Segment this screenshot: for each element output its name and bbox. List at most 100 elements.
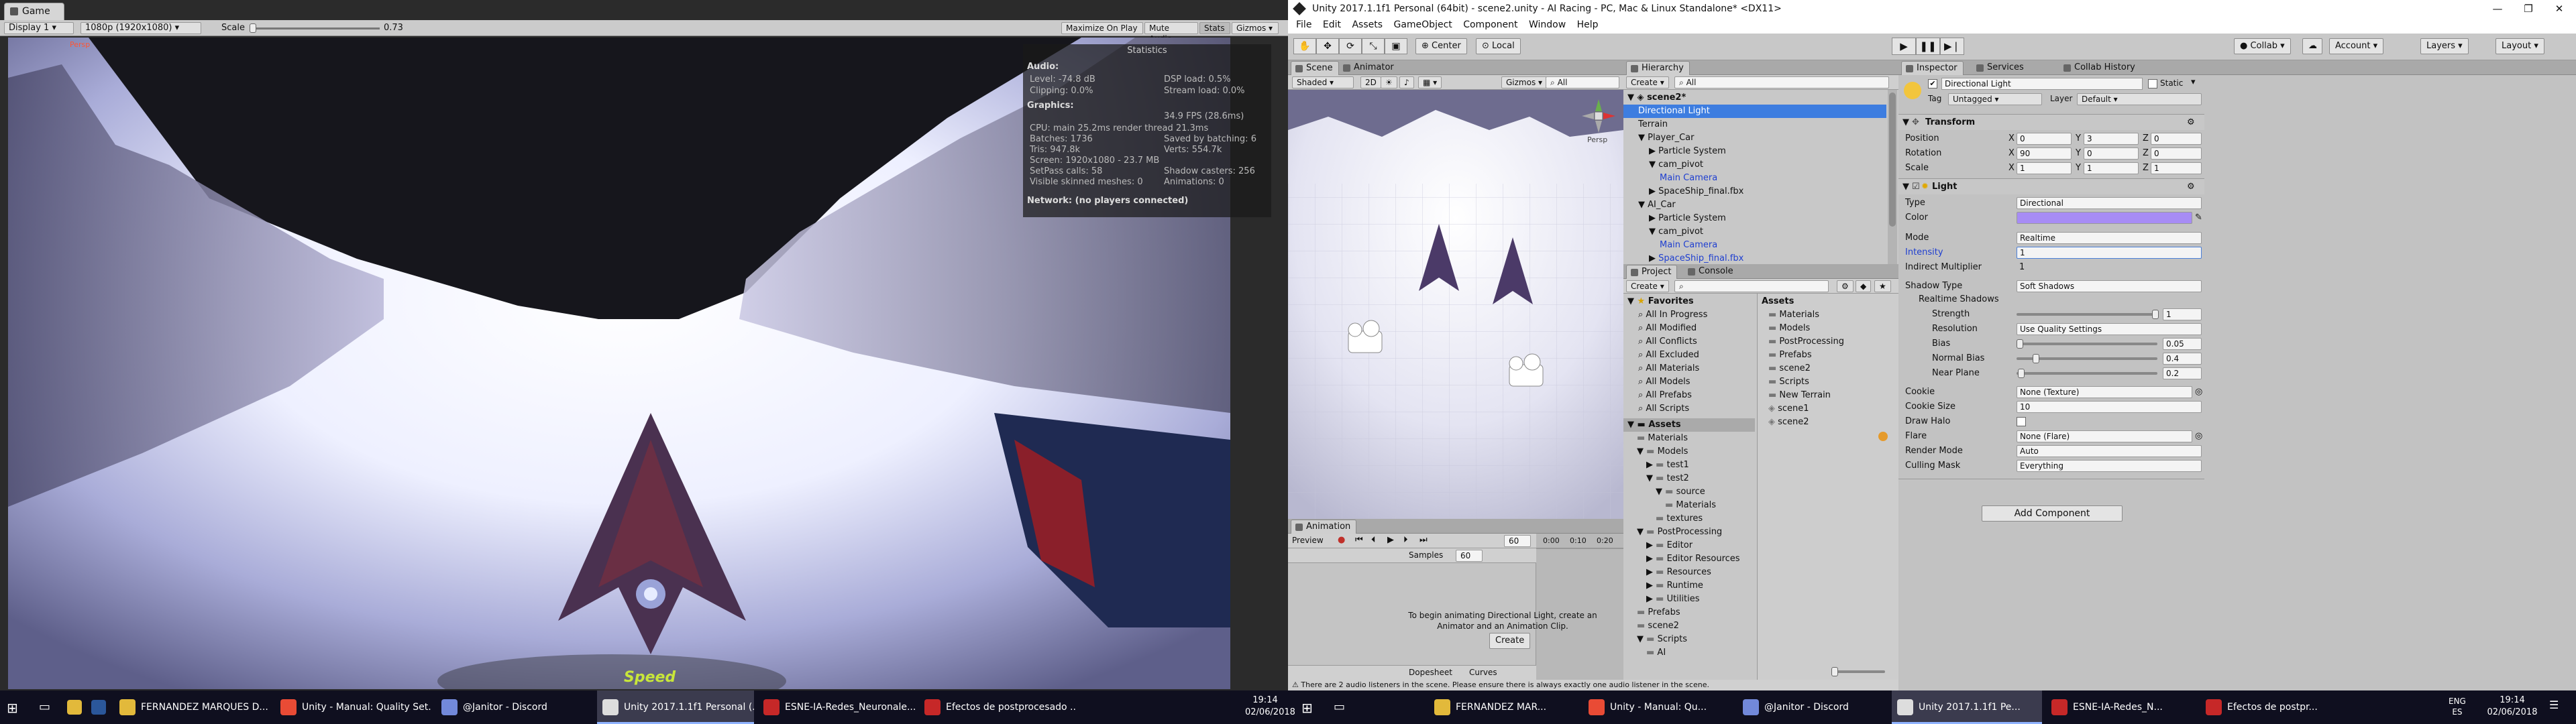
folder-item[interactable]: ▼ ▬ Models <box>1623 445 1755 459</box>
first-key-icon[interactable]: ⏮ <box>1355 535 1363 545</box>
stats-button[interactable]: Stats <box>1199 22 1230 34</box>
draw-halo-checkbox[interactable] <box>2017 417 2026 426</box>
play-button[interactable]: ▶ <box>1892 38 1916 55</box>
hierarchy-item[interactable]: ▼ AI_Car <box>1623 198 1886 212</box>
hand-tool-icon[interactable]: ✋ <box>1293 38 1316 54</box>
menu-file[interactable]: File <box>1296 19 1311 30</box>
culling-dropdown[interactable]: Everything <box>2017 460 2202 472</box>
scale-slider-track[interactable] <box>252 27 380 29</box>
taskbar-app[interactable]: @Janitor - Discord <box>1737 690 1888 724</box>
scale-z-field[interactable]: 1 <box>2151 162 2202 174</box>
bias-slider[interactable] <box>2017 343 2157 345</box>
transform-header[interactable]: ▼ ✥ Transform ⚙ <box>1898 114 2204 130</box>
hierarchy-item[interactable]: ▶ Particle System <box>1623 145 1886 158</box>
mute-audio-button[interactable]: Mute Audio <box>1144 22 1198 44</box>
folder-item[interactable]: ▬ Prefabs <box>1623 606 1755 619</box>
hierarchy-scroll-thumb[interactable] <box>1889 93 1896 227</box>
favorite-item[interactable]: ⌕ All Models <box>1623 375 1755 389</box>
effects-toggle-icon[interactable]: ▦ ▾ <box>1418 76 1442 88</box>
icon-size-slider[interactable] <box>1831 670 1885 673</box>
type-dropdown[interactable]: Directional <box>2017 197 2202 209</box>
asset-item[interactable]: ◈ scene1 <box>1762 402 1893 416</box>
asset-item[interactable]: ▬ Models <box>1762 322 1893 335</box>
filter-label-icon[interactable]: ◆ <box>1856 280 1872 292</box>
cookie-size-field[interactable]: 10 <box>2017 401 2202 413</box>
menu-edit[interactable]: Edit <box>1323 19 1341 30</box>
folder-item[interactable]: ▶ ▬ Editor Resources <box>1623 552 1755 566</box>
hierarchy-scrollbar[interactable] <box>1888 90 1897 264</box>
rotation-z-field[interactable]: 0 <box>2151 147 2202 160</box>
favorite-item[interactable]: ⌕ All Excluded <box>1623 349 1755 362</box>
component-settings-icon[interactable]: ⚙ <box>2187 115 2195 131</box>
maximize-on-play-button[interactable]: Maximize On Play <box>1061 22 1143 34</box>
asset-item[interactable]: ▬ Prefabs <box>1762 349 1893 362</box>
hierarchy-item[interactable]: Main Camera <box>1623 239 1886 252</box>
hierarchy-item[interactable]: ▶ SpaceShip_final.fbx <box>1623 252 1886 264</box>
timeline-area[interactable] <box>1536 534 1623 680</box>
assets-breadcrumb[interactable]: Assets <box>1762 295 1893 308</box>
folder-item[interactable]: ▶ ▬ Editor <box>1623 539 1755 552</box>
tab-animator[interactable]: Animator <box>1339 61 1399 75</box>
flare-field[interactable]: None (Flare) <box>2017 430 2192 442</box>
menu-help[interactable]: Help <box>1577 19 1599 30</box>
indirect-value[interactable]: 1 <box>2019 260 2025 275</box>
folder-item[interactable]: ▼ ▬ Scripts <box>1623 633 1755 646</box>
object-picker-icon[interactable]: ◎ <box>2195 385 2202 400</box>
asset-item[interactable]: ◈ scene2 <box>1762 416 1893 429</box>
add-component-button[interactable]: Add Component <box>1982 505 2123 522</box>
menu-assets[interactable]: Assets <box>1352 19 1383 30</box>
folder-item[interactable]: ▬ scene2 <box>1623 619 1755 633</box>
layers-dropdown[interactable]: Layers ▾ <box>2420 38 2469 54</box>
assets-heading[interactable]: ▼ ▬ Assets <box>1623 418 1755 432</box>
filter-type-icon[interactable]: ⚙ <box>1837 280 1854 292</box>
light-header[interactable]: ▼ ☑ ✹ Light ⚙ <box>1898 178 2204 194</box>
active-checkbox[interactable]: ✔ <box>1928 79 1937 88</box>
tab-collab-history[interactable]: Collab History <box>2059 61 2141 75</box>
menu-gameobject[interactable]: GameObject <box>1393 19 1452 30</box>
position-y-field[interactable]: 3 <box>2084 133 2139 145</box>
asset-item[interactable]: ▬ Scripts <box>1762 375 1893 389</box>
eyedropper-icon[interactable]: ✎ <box>2195 210 2202 225</box>
scale-tool-icon[interactable]: ⤡ <box>1362 38 1385 54</box>
move-tool-icon[interactable]: ✥ <box>1316 38 1339 54</box>
object-name-field[interactable]: Directional Light <box>1941 78 2143 90</box>
curves-tab[interactable]: Curves <box>1469 668 1497 677</box>
display-dropdown[interactable]: Display 1 ▾ <box>4 22 74 34</box>
folder-item[interactable]: ▶ ▬ Utilities <box>1623 593 1755 606</box>
folder-item[interactable]: ▼ ▬ PostProcessing <box>1623 526 1755 539</box>
shadow-type-dropdown[interactable]: Soft Shadows <box>2017 280 2202 292</box>
last-key-icon[interactable]: ⏭ <box>1419 535 1428 545</box>
folder-item[interactable]: ▬ AI <box>1623 646 1755 660</box>
favorite-icon[interactable]: ★ <box>1874 280 1891 292</box>
rect-tool-icon[interactable]: ▣ <box>1385 38 1407 54</box>
object-picker-icon[interactable]: ◎ <box>2195 429 2202 444</box>
scale-slider-knob[interactable] <box>250 23 256 33</box>
play-anim-icon[interactable]: ▶ <box>1387 535 1394 545</box>
favorite-item[interactable]: ⌕ All In Progress <box>1623 308 1755 322</box>
folder-item[interactable]: ▼ ▬ test2 <box>1623 472 1755 485</box>
folder-item[interactable]: ▶ ▬ Runtime <box>1623 579 1755 593</box>
scale-x-field[interactable]: 1 <box>2017 162 2072 174</box>
shading-dropdown[interactable]: Shaded ▾ <box>1292 76 1354 88</box>
gizmos-button[interactable]: Gizmos ▾ <box>1232 22 1279 34</box>
position-x-field[interactable]: 0 <box>2017 133 2072 145</box>
near-plane-slider[interactable] <box>2017 372 2157 375</box>
position-z-field[interactable]: 0 <box>2151 133 2202 145</box>
light-enabled-checkbox-icon[interactable]: ☑ <box>1912 179 1920 195</box>
folder-item[interactable]: ▶ ▬ test1 <box>1623 459 1755 472</box>
normal-bias-knob[interactable] <box>2033 354 2039 363</box>
favorites-heading[interactable]: ▼ ★ Favorites <box>1623 295 1755 308</box>
status-bar[interactable]: ⚠ There are 2 audio listeners in the sce… <box>1288 680 1898 690</box>
folder-item[interactable]: ▬ Materials <box>1623 432 1755 445</box>
account-dropdown[interactable]: Account ▾ <box>2329 38 2384 54</box>
tab-inspector[interactable]: Inspector <box>1901 61 1964 75</box>
tab-project[interactable]: Project <box>1626 265 1678 279</box>
hierarchy-item[interactable]: Main Camera <box>1623 172 1886 185</box>
collab-dropdown[interactable]: ● Collab ▾ <box>2234 38 2291 54</box>
favorite-item[interactable]: ⌕ All Conflicts <box>1623 335 1755 349</box>
hierarchy-item[interactable]: Directional Light <box>1623 105 1886 118</box>
language-indicator[interactable]: ENG ES <box>2449 696 2466 717</box>
folder-item[interactable]: ▬ Materials <box>1623 499 1755 512</box>
create-animation-button[interactable]: Create <box>1489 633 1531 649</box>
taskbar-app[interactable]: Unity 2017.1.1f1 Pe... <box>1892 690 2042 724</box>
